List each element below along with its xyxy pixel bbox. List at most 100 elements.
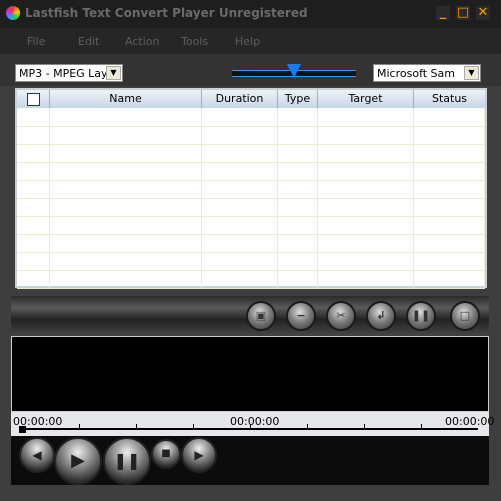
table-cell (202, 162, 278, 180)
voice-select[interactable]: Microsoft Sam ▼ (373, 64, 481, 82)
table-cell (318, 126, 414, 144)
seek-tick (307, 424, 308, 428)
menu-file[interactable]: File (27, 35, 45, 48)
table-cell (414, 108, 485, 126)
table-cell (202, 180, 278, 198)
table-cell (50, 162, 202, 180)
next-button[interactable]: ▶ (181, 437, 217, 473)
stop-icon: □ (459, 309, 471, 322)
format-value: MP3 - MPEG Layer (19, 67, 119, 80)
table-cell (318, 198, 414, 216)
close-button[interactable]: ✕ (476, 6, 490, 20)
table-cell (202, 108, 278, 126)
table-cell (318, 270, 414, 288)
table-cell (50, 234, 202, 252)
table-cell (414, 198, 485, 216)
pause-button[interactable]: ❚❚ (103, 437, 151, 485)
table-cell (414, 234, 485, 252)
table-cell (278, 252, 318, 270)
table-cell (17, 126, 50, 144)
table-row[interactable] (17, 216, 485, 235)
window-title: Lastfish Text Convert Player Unregistere… (25, 6, 308, 20)
table-cell (17, 234, 50, 252)
table-cell (318, 216, 414, 234)
table-cell (17, 108, 50, 126)
table-cell (318, 252, 414, 270)
minus-button[interactable]: − (286, 301, 316, 331)
table-cell (278, 198, 318, 216)
stop-button[interactable]: □ (450, 301, 480, 331)
select-all-checkbox-cell[interactable] (17, 90, 50, 108)
pause-button[interactable]: ❚❚ (406, 301, 436, 331)
pause-icon: ❚❚ (411, 309, 431, 322)
table-cell (202, 144, 278, 162)
table-cell (50, 270, 202, 288)
maximize-button[interactable]: □ (456, 6, 470, 20)
menu-action[interactable]: Action (125, 35, 159, 48)
table-row[interactable] (17, 252, 485, 271)
table-cell (414, 126, 485, 144)
table-cell (414, 144, 485, 162)
seek-tick (421, 424, 422, 428)
enter-button[interactable]: ↲ (366, 301, 396, 331)
column-type[interactable]: Type (278, 90, 318, 108)
table-row[interactable] (17, 198, 485, 217)
seek-tick (79, 424, 80, 428)
seek-tick (250, 424, 251, 428)
chevron-down-icon: ▼ (106, 66, 121, 80)
table-cell (17, 162, 50, 180)
previous-button[interactable]: ◀ (19, 437, 55, 473)
volume-slider-thumb[interactable] (287, 64, 301, 78)
video-display (11, 336, 489, 412)
select-all-checkbox[interactable] (26, 93, 40, 106)
table-row[interactable] (17, 162, 485, 181)
table-cell (278, 180, 318, 198)
minus-icon: − (296, 309, 306, 322)
minimize-button[interactable]: _ (436, 6, 450, 20)
table-cell (278, 126, 318, 144)
table-row[interactable] (17, 126, 485, 145)
file-table[interactable]: Name Duration Type Target Status (15, 88, 487, 289)
menu-help[interactable]: Help (235, 35, 260, 48)
format-select[interactable]: MP3 - MPEG Layer ▼ (15, 64, 123, 82)
enter-icon: ↲ (376, 309, 386, 322)
voice-value: Microsoft Sam (377, 67, 455, 80)
table-cell (202, 198, 278, 216)
menu-tools[interactable]: Tools (181, 35, 208, 48)
column-name[interactable]: Name (50, 90, 202, 108)
table-cell (50, 144, 202, 162)
table-cell (50, 126, 202, 144)
table-cell (318, 234, 414, 252)
table-cell (202, 252, 278, 270)
table-cell (50, 216, 202, 234)
table-cell (278, 108, 318, 126)
time-end: 00:00:00 (445, 415, 495, 428)
stop-button[interactable]: ■ (151, 439, 181, 469)
table-cell (17, 180, 50, 198)
table-row[interactable] (17, 270, 485, 289)
table-cell (278, 234, 318, 252)
table-row[interactable] (17, 108, 485, 127)
seek-bar[interactable] (22, 428, 478, 430)
image-icon: ▣ (255, 309, 267, 322)
table-cell (50, 252, 202, 270)
seek-knob[interactable] (19, 426, 26, 433)
table-row[interactable] (17, 144, 485, 163)
column-status[interactable]: Status (414, 90, 485, 108)
menu-edit[interactable]: Edit (78, 35, 99, 48)
table-cell (17, 270, 50, 288)
table-cell (414, 252, 485, 270)
table-row[interactable] (17, 234, 485, 253)
column-target[interactable]: Target (318, 90, 414, 108)
play-button[interactable]: ▶ (54, 437, 102, 485)
table-cell (278, 144, 318, 162)
image-button[interactable]: ▣ (246, 301, 276, 331)
seek-tick (364, 424, 365, 428)
column-duration[interactable]: Duration (202, 90, 278, 108)
table-header: Name Duration Type Target Status (17, 90, 485, 108)
table-cell (414, 162, 485, 180)
table-row[interactable] (17, 180, 485, 199)
seek-tick (136, 424, 137, 428)
table-cell (202, 126, 278, 144)
scissors-button[interactable]: ✂ (326, 301, 356, 331)
